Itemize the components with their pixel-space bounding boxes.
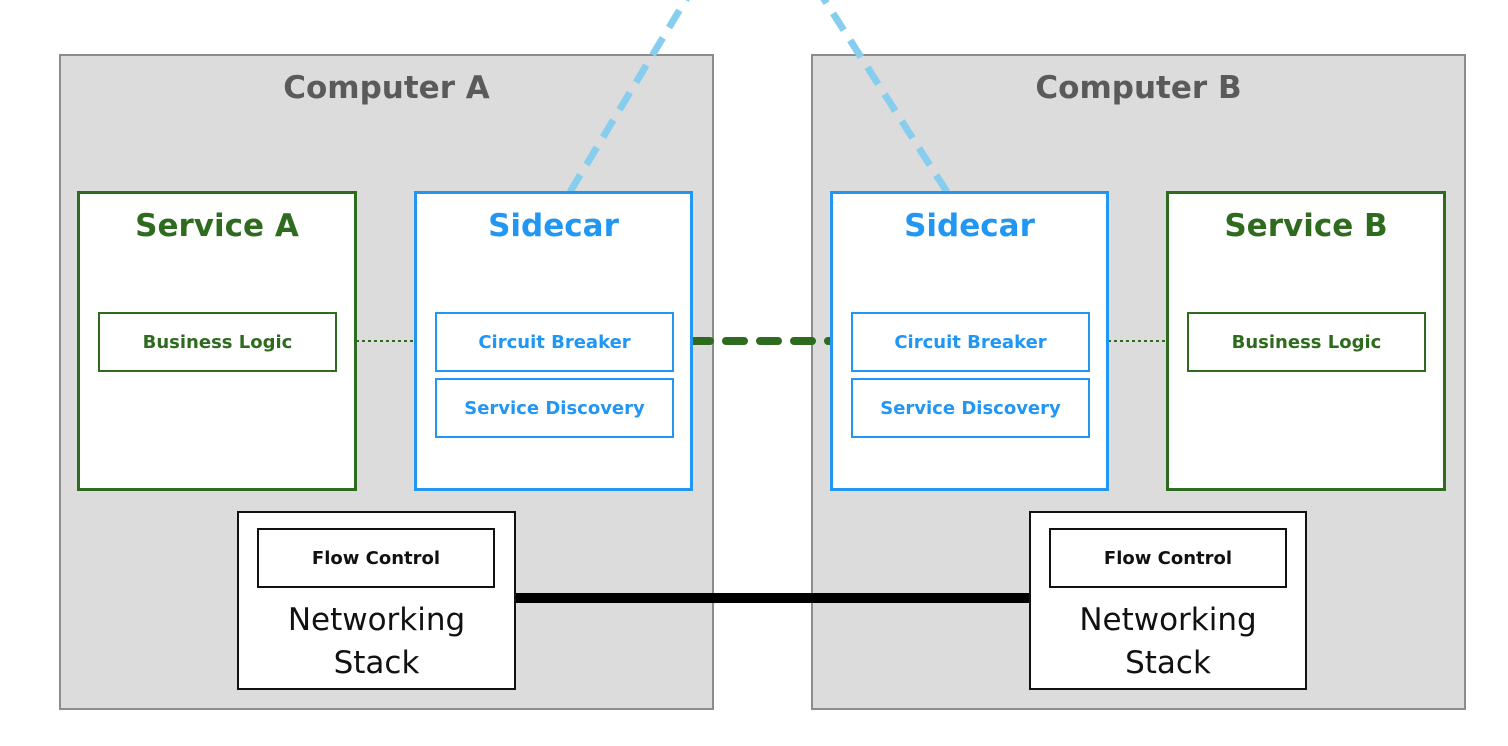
service-b-title: Service B (1224, 208, 1388, 244)
circuit-breaker-a: Circuit Breaker (435, 312, 674, 372)
networking-stack-a-title: Networking Stack (239, 599, 514, 685)
networking-stack-b-title: Networking Stack (1031, 599, 1305, 685)
sidecar-b-title: Sidecar (904, 208, 1035, 244)
networking-stack-a-line1: Networking (287, 602, 466, 638)
networking-stack-b-line1: Networking (1079, 602, 1257, 638)
service-discovery-b: Service Discovery (851, 378, 1090, 438)
networking-stack-b-line2: Stack (1125, 645, 1211, 681)
networking-stack-a-line2: Stack (333, 645, 420, 681)
flow-control-a: Flow Control (257, 528, 495, 588)
business-logic-b: Business Logic (1187, 312, 1426, 372)
sidecar-a-title: Sidecar (488, 208, 619, 244)
flow-control-b: Flow Control (1049, 528, 1287, 588)
control-plane-link-b (820, 0, 950, 194)
circuit-breaker-b: Circuit Breaker (851, 312, 1090, 372)
service-a-title: Service A (135, 208, 299, 244)
business-logic-a: Business Logic (98, 312, 337, 372)
service-discovery-a: Service Discovery (435, 378, 674, 438)
control-plane-link-a (567, 0, 690, 194)
